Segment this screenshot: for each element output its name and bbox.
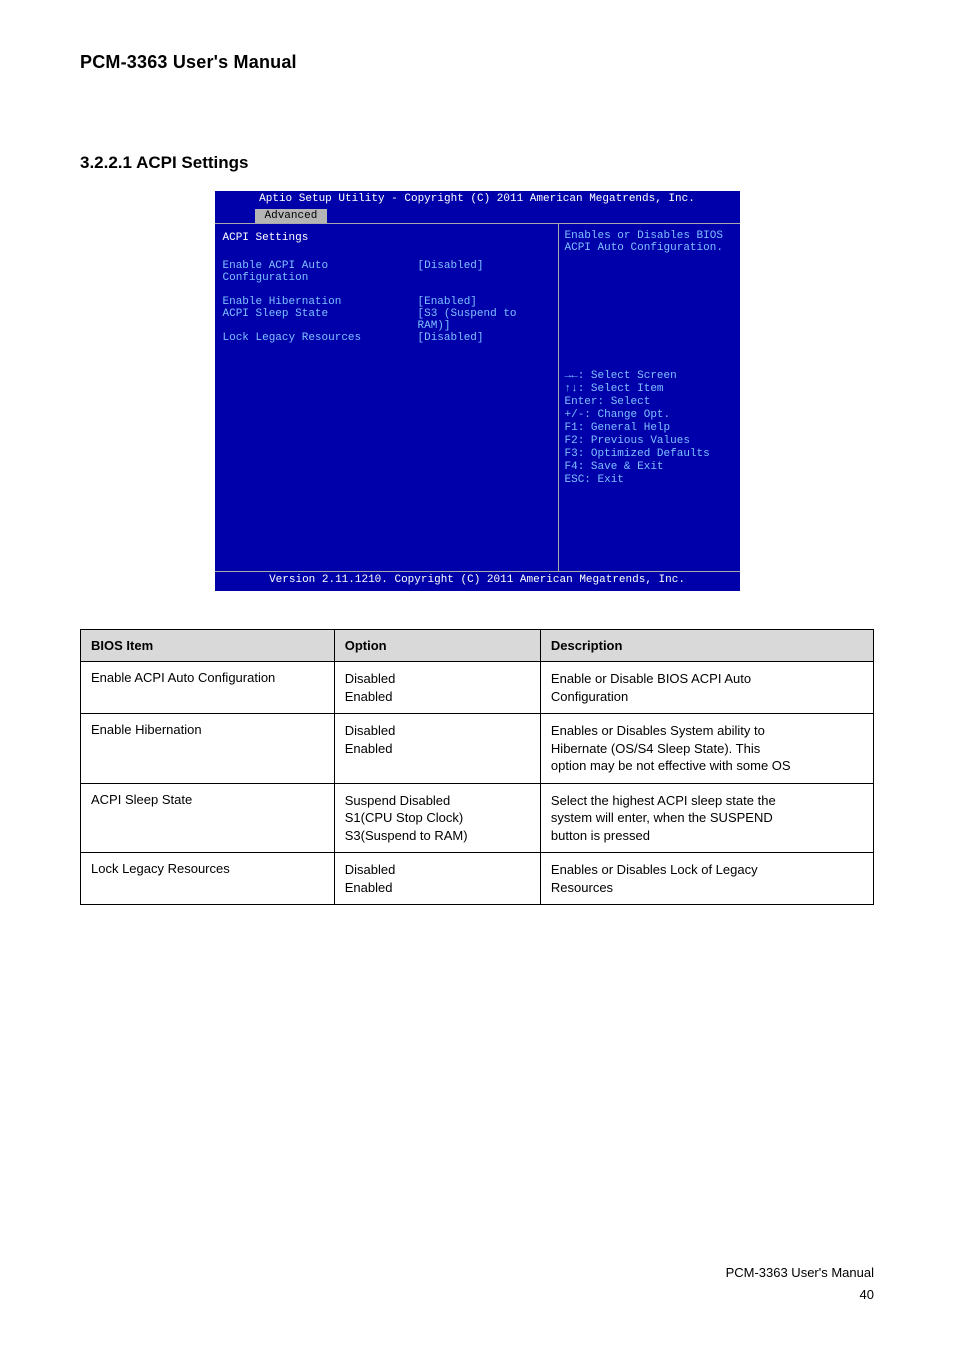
bios-item-value: [Enabled]	[418, 296, 477, 308]
bios-item-label: ACPI Sleep State	[223, 308, 418, 332]
cell-item: Lock Legacy Resources	[81, 853, 335, 905]
th-option: Option	[334, 630, 540, 662]
bios-item-row: Lock Legacy Resources [Disabled]	[223, 332, 552, 344]
cell-item: ACPI Sleep State	[81, 783, 335, 853]
cell-desc: Enable or Disable BIOS ACPI AutoConfigur…	[540, 662, 873, 714]
th-desc: Description	[540, 630, 873, 662]
bios-item-label: Enable ACPI Auto Configuration	[223, 260, 418, 284]
nav-line: →←: Select Screen	[565, 370, 734, 383]
bios-body: ACPI Settings Enable ACPI Auto Configura…	[215, 223, 740, 571]
bios-right-pane: Enables or Disables BIOS ACPI Auto Confi…	[559, 223, 740, 571]
bios-screenshot: Aptio Setup Utility - Copyright (C) 2011…	[215, 191, 740, 591]
cell-option: DisabledEnabled	[334, 714, 540, 784]
table-row: Lock Legacy ResourcesDisabledEnabledEnab…	[81, 853, 874, 905]
cell-item: Enable ACPI Auto Configuration	[81, 662, 335, 714]
cell-item: Enable Hibernation	[81, 714, 335, 784]
bios-item-value: [S3 (Suspend to RAM)]	[418, 308, 552, 332]
bios-item-label: Enable Hibernation	[223, 296, 418, 308]
section-title: 3.2.2.1 ACPI Settings	[80, 153, 874, 173]
bios-settings-header: ACPI Settings	[223, 232, 552, 244]
bios-config-table: BIOS Item Option Description Enable ACPI…	[80, 629, 874, 905]
nav-line: ↑↓: Select Item	[565, 383, 734, 396]
bios-item-row: ACPI Sleep State [S3 (Suspend to RAM)]	[223, 308, 552, 332]
manual-title: PCM-3363 User's Manual	[80, 52, 874, 73]
cell-option: Suspend DisabledS1(CPU Stop Clock)S3(Sus…	[334, 783, 540, 853]
bios-left-pane: ACPI Settings Enable ACPI Auto Configura…	[215, 223, 559, 571]
nav-line: F2: Previous Values	[565, 435, 734, 448]
bios-item-value: [Disabled]	[418, 260, 484, 284]
footer-manual: PCM-3363 User's Manual	[726, 1265, 874, 1280]
table-row: Enable HibernationDisabledEnabledEnables…	[81, 714, 874, 784]
cell-option: DisabledEnabled	[334, 853, 540, 905]
cell-desc: Select the highest ACPI sleep state thes…	[540, 783, 873, 853]
th-item: BIOS Item	[81, 630, 335, 662]
table-row: ACPI Sleep StateSuspend DisabledS1(CPU S…	[81, 783, 874, 853]
footer-page-number: 40	[860, 1287, 874, 1302]
nav-line: F3: Optimized Defaults	[565, 448, 734, 461]
nav-line: F1: General Help	[565, 422, 734, 435]
cell-desc: Enables or Disables System ability toHib…	[540, 714, 873, 784]
nav-line: +/-: Change Opt.	[565, 409, 734, 422]
bios-help-text: Enables or Disables BIOS ACPI Auto Confi…	[565, 230, 734, 370]
bios-item-row: Enable Hibernation [Enabled]	[223, 296, 552, 308]
cell-desc: Enables or Disables Lock of LegacyResour…	[540, 853, 873, 905]
bios-nav-help: →←: Select Screen ↑↓: Select Item Enter:…	[565, 370, 734, 487]
nav-line: ESC: Exit	[565, 474, 734, 487]
bios-footer: Version 2.11.1210. Copyright (C) 2011 Am…	[215, 571, 740, 587]
bios-item-row: Enable ACPI Auto Configuration [Disabled…	[223, 260, 552, 284]
bios-item-value: [Disabled]	[418, 332, 484, 344]
bios-tab-advanced: Advanced	[255, 209, 328, 223]
cell-option: DisabledEnabled	[334, 662, 540, 714]
nav-line: F4: Save & Exit	[565, 461, 734, 474]
nav-line: Enter: Select	[565, 396, 734, 409]
bios-title-bar: Aptio Setup Utility - Copyright (C) 2011…	[215, 191, 740, 207]
bios-item-label: Lock Legacy Resources	[223, 332, 418, 344]
table-row: Enable ACPI Auto ConfigurationDisabledEn…	[81, 662, 874, 714]
